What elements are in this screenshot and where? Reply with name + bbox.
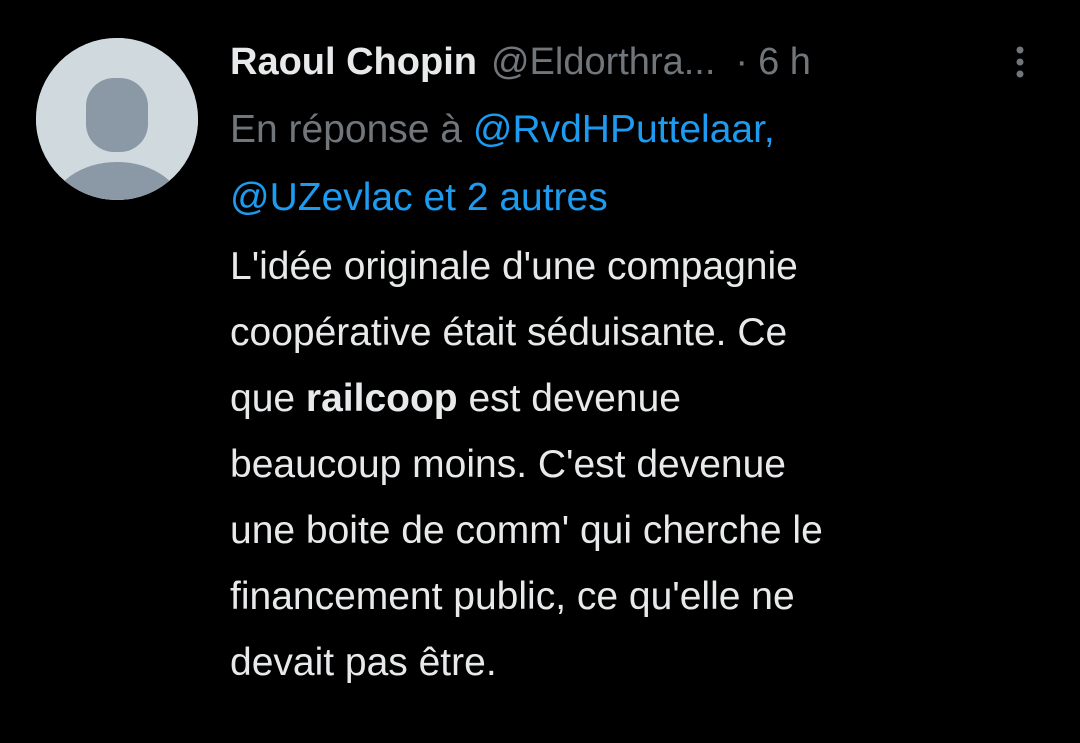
tweet-line-start: que (230, 377, 306, 420)
tweet-line: financement public, ce qu'elle ne (230, 575, 795, 618)
dot-separator: · (735, 41, 749, 83)
tweet-line: beaucoup moins. C'est devenue (230, 443, 786, 486)
avatar[interactable] (36, 38, 198, 200)
mention-link-rvdhputtelaar[interactable]: @RvdHPuttelaar, (473, 108, 775, 151)
more-vertical-icon (1016, 46, 1024, 78)
author-name[interactable]: Raoul Chopin (230, 38, 477, 86)
highlighted-keyword: railcoop (305, 377, 458, 420)
timestamp[interactable]: 6 h (758, 38, 811, 86)
reply-context: En réponse à @RvdHPuttelaar, @UZevlac et… (230, 96, 990, 232)
tweet-header: Raoul Chopin @Eldorthra... · 6 h (230, 38, 1050, 86)
tweet-line: une boite de comm' qui cherche le (230, 509, 823, 552)
tweet-line: que railcoop est devenue (230, 366, 1030, 432)
author-handle[interactable]: @Eldorthra... (491, 38, 715, 86)
reply-prefix: En réponse à (230, 108, 463, 151)
tweet[interactable]: Raoul Chopin @Eldorthra... · 6 h En répo… (0, 0, 1080, 743)
more-options-button[interactable] (990, 38, 1050, 86)
mention-link-others[interactable]: @UZevlac et 2 autres (230, 176, 608, 219)
default-profile-icon (36, 38, 198, 200)
tweet-line-end: est devenue (457, 377, 681, 420)
tweet-line: devait pas être. (230, 641, 497, 684)
tweet-content: Raoul Chopin @Eldorthra... · 6 h En répo… (230, 38, 1050, 696)
tweet-line: L'idée originale d'une compagnie (230, 245, 798, 288)
tweet-line: coopérative était séduisante. Ce (230, 311, 788, 354)
tweet-text: L'idée originale d'une compagnie coopéra… (230, 234, 1030, 696)
